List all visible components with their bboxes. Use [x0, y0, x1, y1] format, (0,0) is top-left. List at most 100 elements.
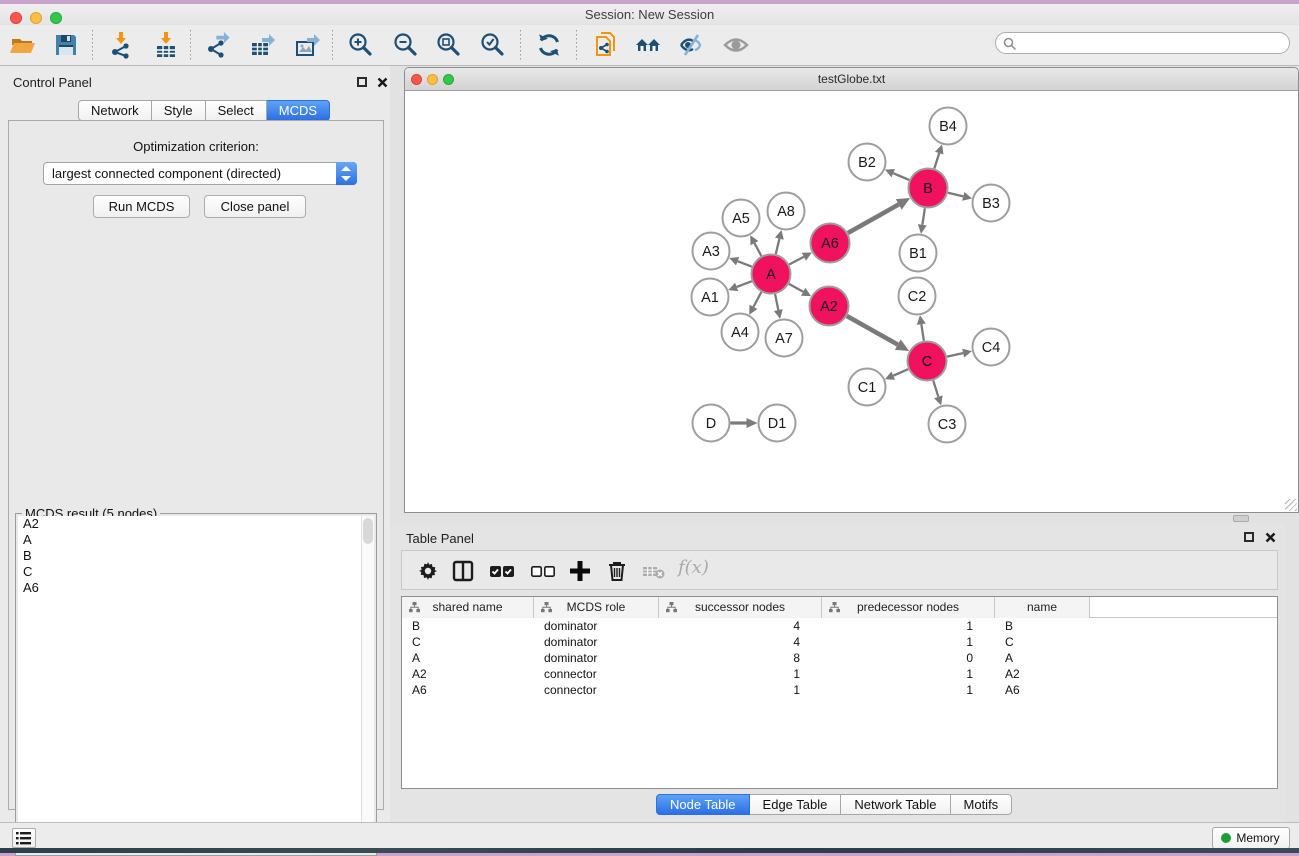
tab-mcds[interactable]: MCDS	[267, 100, 330, 121]
export-table-icon[interactable]	[249, 31, 277, 59]
table-cell: 8	[659, 650, 822, 666]
task-history-list-icon[interactable]	[12, 828, 36, 848]
network-canvas[interactable]: B4B2BB3A5A8A6A3B1AA1C2A2A4A7C4CC1C3DD1	[405, 92, 1298, 513]
column-header-predecessor-nodes[interactable]: predecessor nodes	[822, 597, 995, 618]
zoom-fit-icon[interactable]	[435, 31, 463, 59]
graph-edge-A-A7[interactable]	[775, 294, 778, 310]
float-panel-icon[interactable]	[357, 77, 367, 87]
table-options-gear-icon[interactable]	[415, 558, 441, 584]
result-scrollbar[interactable]	[361, 516, 374, 853]
zoom-out-icon[interactable]	[392, 31, 420, 59]
column-header-shared-name[interactable]: shared name	[402, 597, 534, 618]
graph-edge-C-C3[interactable]	[933, 381, 938, 397]
zoom-selected-icon[interactable]	[479, 31, 507, 59]
apply-preferred-layout-icon[interactable]	[535, 31, 563, 59]
graph-edge-B-B2[interactable]	[893, 173, 909, 180]
dropdown-stepper-icon[interactable]	[336, 162, 357, 185]
tab-node-table[interactable]: Node Table	[656, 794, 750, 815]
function-builder-icon[interactable]: f(x)	[678, 557, 709, 578]
window-title: Session: New Session	[0, 7, 1299, 22]
show-all-icon[interactable]	[722, 31, 750, 59]
search-input[interactable]	[995, 32, 1290, 54]
open-session-icon[interactable]	[9, 31, 37, 59]
add-column-icon[interactable]	[567, 558, 593, 584]
hide-selected-icon[interactable]	[677, 31, 705, 59]
list-item[interactable]: A6	[18, 580, 363, 596]
list-item[interactable]: C	[18, 564, 363, 580]
graph-edge-C-C1[interactable]	[893, 369, 908, 376]
table-float-panel-icon[interactable]	[1244, 532, 1254, 542]
export-network-icon[interactable]	[205, 31, 233, 59]
table-cell: dominator	[534, 634, 659, 650]
graph-edge-A-A6[interactable]	[789, 257, 804, 265]
table-cell: A	[995, 650, 1090, 666]
unselect-all-columns-icon[interactable]	[529, 558, 555, 584]
network-graph: B4B2BB3A5A8A6A3B1AA1C2A2A4A7C4CC1C3DD1	[405, 92, 1298, 513]
table-cell: dominator	[534, 650, 659, 666]
graph-edge-C-C2[interactable]	[921, 324, 924, 341]
table-cell: 0	[822, 650, 995, 666]
table-cell: A2	[995, 666, 1090, 682]
graph-edge-A-A8[interactable]	[776, 239, 780, 254]
memory-button[interactable]: Memory	[1212, 827, 1290, 849]
zoom-in-icon[interactable]	[347, 31, 375, 59]
column-tree-icon	[666, 602, 677, 613]
horizontal-splitter-handle[interactable]	[1233, 515, 1249, 522]
column-header-mcds-role[interactable]: MCDS role	[534, 597, 659, 618]
run-mcds-button[interactable]: Run MCDS	[93, 195, 190, 218]
graph-edge-A-A3[interactable]	[738, 261, 752, 266]
tab-style[interactable]: Style	[152, 100, 206, 121]
import-table-from-file-icon[interactable]	[152, 31, 180, 59]
import-network-from-file-icon[interactable]	[107, 31, 135, 59]
list-item[interactable]: A	[18, 532, 363, 548]
save-session-icon[interactable]	[52, 31, 80, 59]
graph-edge-A2-C[interactable]	[847, 316, 898, 345]
list-item[interactable]: A2	[18, 516, 363, 532]
graph-edge-C-C4[interactable]	[947, 353, 963, 357]
graph-edge-B-B4[interactable]	[934, 153, 939, 168]
tab-network-table[interactable]: Network Table	[841, 794, 950, 815]
network-window-titlebar[interactable]: testGlobe.txt	[405, 68, 1298, 91]
table-row[interactable]: A2connector11A2	[402, 666, 1277, 682]
export-image-icon[interactable]	[294, 31, 322, 59]
table-row[interactable]: Bdominator41B	[402, 618, 1277, 634]
table-row[interactable]: Cdominator41C	[402, 634, 1277, 650]
show-all-networks-icon[interactable]	[634, 31, 662, 59]
tab-motifs[interactable]: Motifs	[951, 794, 1013, 815]
tab-select[interactable]: Select	[206, 100, 267, 121]
graph-edge-B-B3[interactable]	[948, 193, 963, 197]
table-cell: connector	[534, 666, 659, 682]
graph-edge-A-A1[interactable]	[737, 281, 752, 287]
tab-edge-table[interactable]: Edge Table	[750, 794, 842, 815]
list-item[interactable]: B	[18, 548, 363, 564]
graph-edge-A-A2[interactable]	[789, 284, 803, 292]
column-header-name[interactable]: name	[995, 597, 1090, 618]
close-panel-button[interactable]: Close panel	[204, 195, 306, 218]
graph-node-label: D1	[768, 416, 787, 432]
criterion-dropdown[interactable]: largest connected component (directed)	[43, 162, 357, 185]
mcds-result-list[interactable]: A2ABCA6	[18, 516, 363, 853]
table-header-row: shared nameMCDS rolesuccessor nodesprede…	[402, 597, 1277, 618]
graph-node-label: A1	[701, 290, 719, 306]
select-all-columns-icon[interactable]	[488, 558, 514, 584]
table-row[interactable]: Adominator80A	[402, 650, 1277, 666]
control-panel-header: Control Panel	[0, 66, 390, 96]
memory-status-dot	[1221, 833, 1231, 843]
table-row[interactable]: A6connector11A6	[402, 682, 1277, 698]
clone-network-icon[interactable]	[592, 31, 620, 59]
graph-node-label: B4	[939, 119, 957, 135]
show-column-icon[interactable]	[450, 558, 476, 584]
delete-columns-trash-icon[interactable]	[604, 558, 630, 584]
close-panel-icon[interactable]	[377, 77, 388, 88]
graph-edge-A6-B[interactable]	[848, 204, 899, 233]
mcds-tab-content: Optimization criterion: largest connecte…	[8, 120, 384, 810]
graph-edge-A-A5[interactable]	[754, 243, 761, 256]
delete-table-icon[interactable]	[640, 558, 666, 584]
window-resize-grip[interactable]	[1285, 499, 1297, 511]
table-close-panel-icon[interactable]	[1265, 532, 1276, 543]
tab-network[interactable]: Network	[78, 100, 152, 121]
graph-edge-B-B1[interactable]	[922, 208, 925, 225]
graph-edge-A-A4[interactable]	[753, 292, 761, 307]
column-header-successor-nodes[interactable]: successor nodes	[659, 597, 822, 618]
optimization-criterion-label: Optimization criterion:	[9, 139, 383, 154]
